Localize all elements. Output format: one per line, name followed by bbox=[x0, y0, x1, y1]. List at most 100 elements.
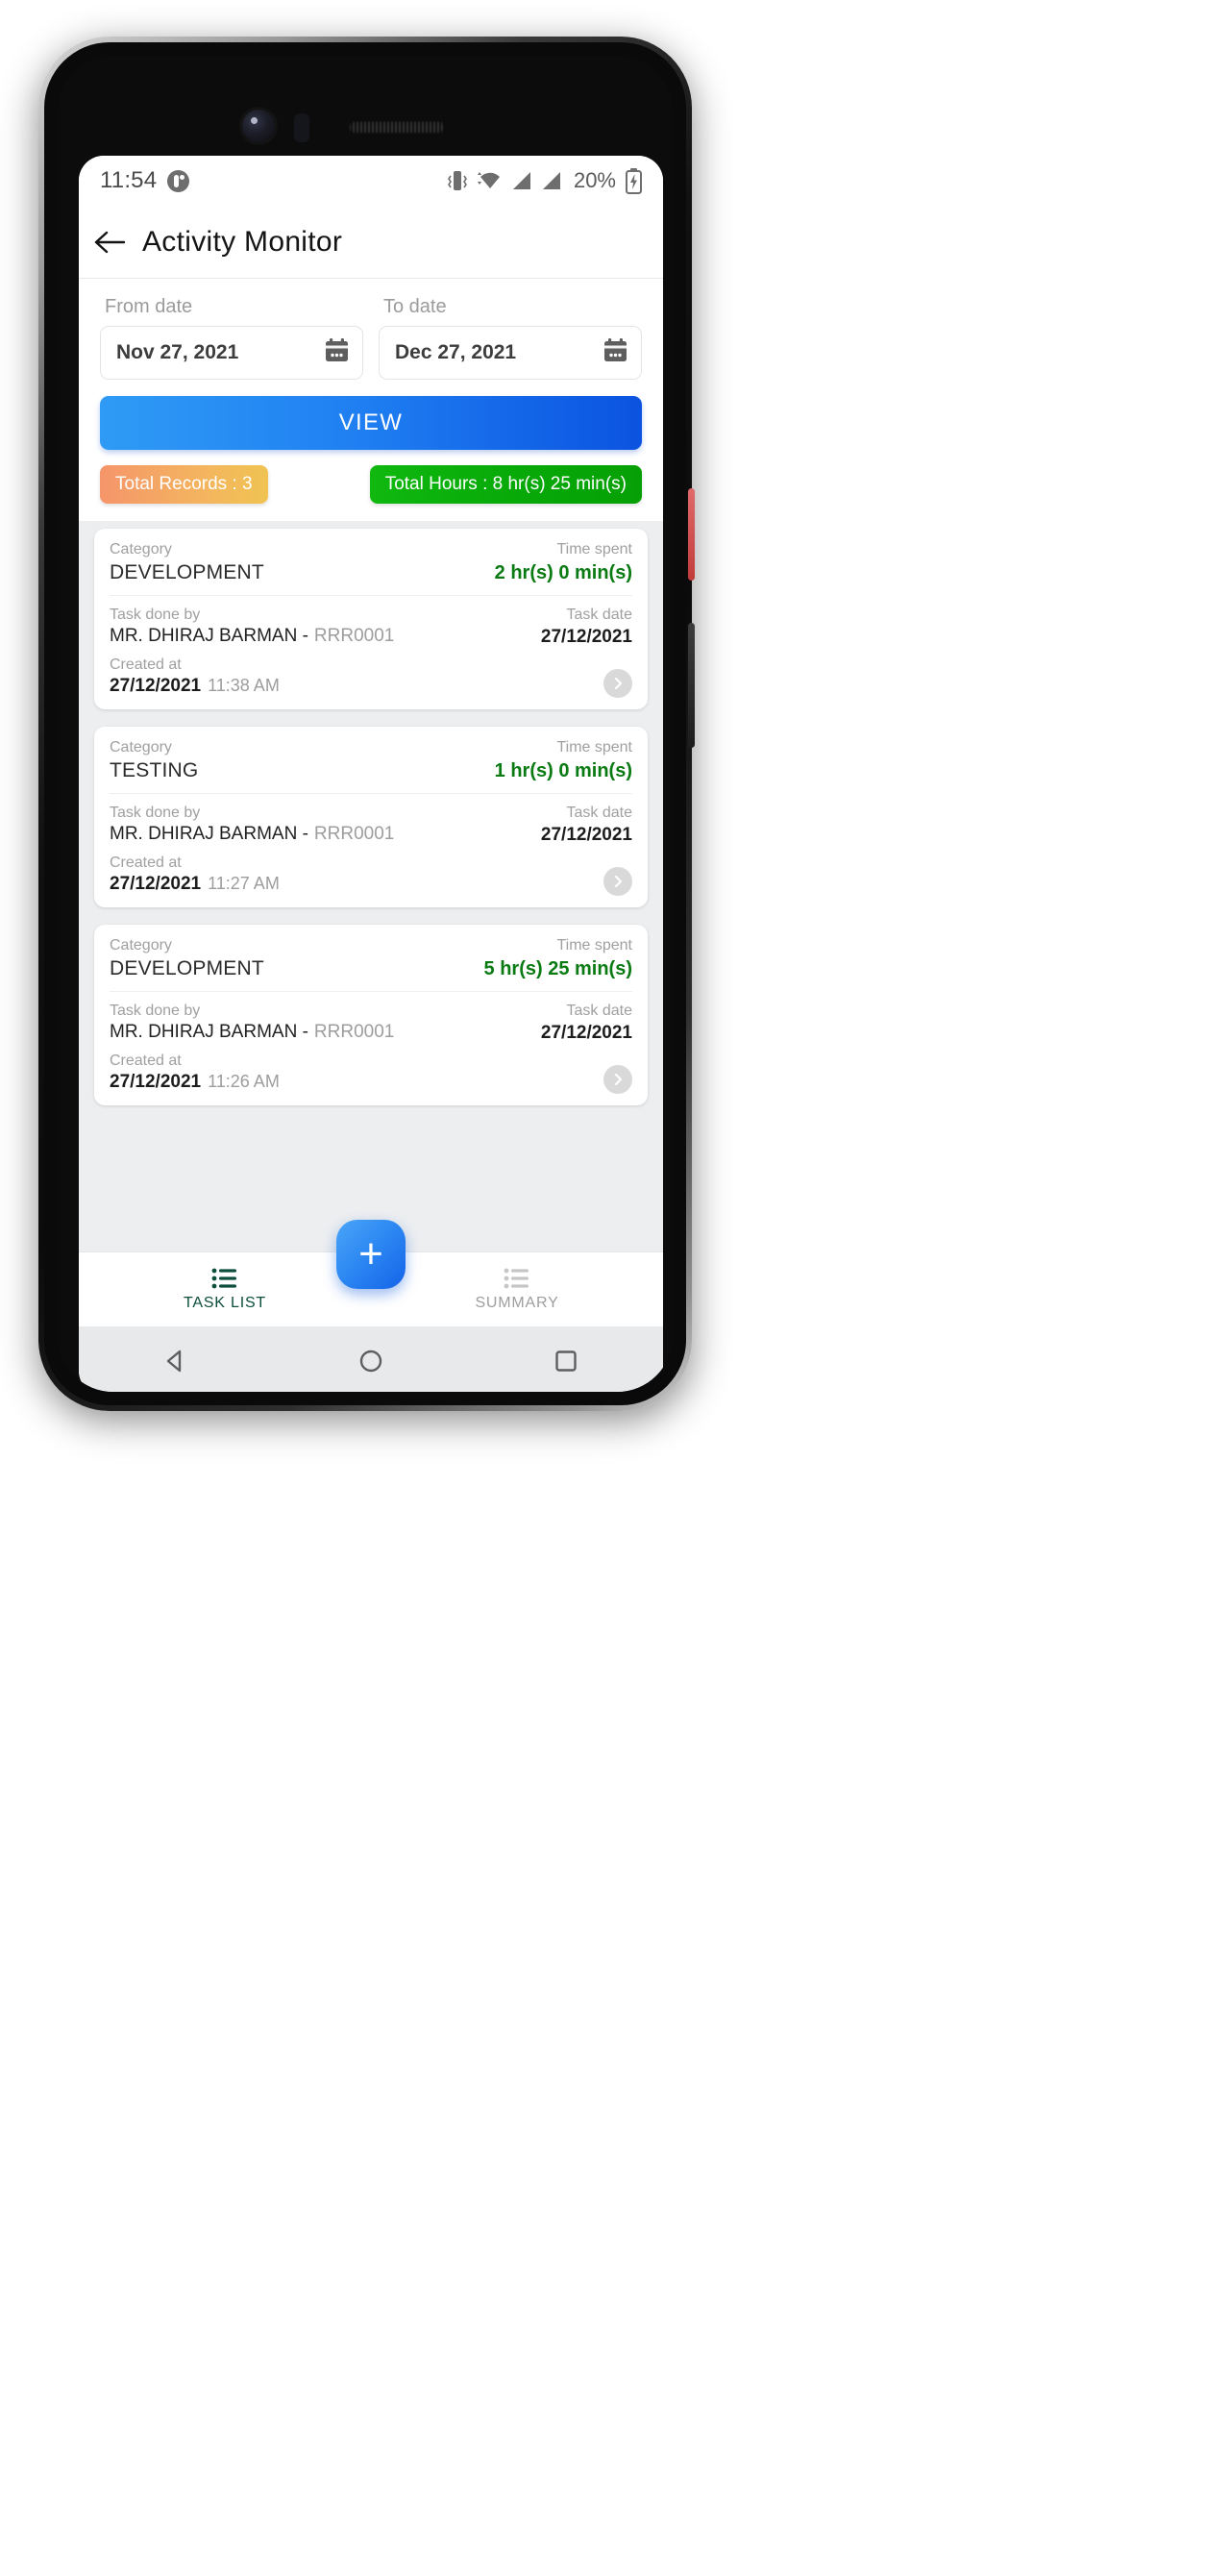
summary-badges-row: Total Records : 3 Total Hours : 8 hr(s) … bbox=[100, 465, 642, 504]
tab-task-list[interactable]: TASK LIST bbox=[79, 1252, 371, 1326]
time-spent-group: Time spent 5 hr(s) 25 min(s) bbox=[484, 937, 632, 980]
status-bar-time: 11:54 bbox=[100, 167, 158, 193]
arrow-left-icon bbox=[94, 231, 126, 253]
created-at-value: 27/12/2021 11:27 AM bbox=[110, 874, 632, 895]
category-group: Category TESTING bbox=[110, 739, 198, 782]
created-at-group: Created at 27/12/2021 11:27 AM bbox=[110, 855, 632, 895]
to-date-input[interactable]: Dec 27, 2021 bbox=[379, 326, 642, 380]
to-date-label: To date bbox=[383, 296, 447, 317]
phone-frame: 11:54 20% Activity Monitor From date Nov… bbox=[38, 37, 695, 1411]
wifi-icon bbox=[477, 172, 500, 188]
employee-id: RRR0001 bbox=[313, 1022, 395, 1042]
category-label: Category bbox=[110, 739, 172, 755]
task-done-by-label: Task done by bbox=[110, 805, 201, 821]
task-card-header: Category DEVELOPMENT Time spent 5 hr(s) … bbox=[110, 925, 632, 992]
from-date-group: From date Nov 27, 2021 bbox=[100, 288, 363, 380]
from-date-input[interactable]: Nov 27, 2021 bbox=[100, 326, 363, 380]
task-date-value: 27/12/2021 bbox=[540, 1023, 632, 1043]
screenshot-root: 11:54 20% Activity Monitor From date Nov… bbox=[0, 0, 1230, 2576]
created-at-group: Created at 27/12/2021 11:26 AM bbox=[110, 1053, 632, 1093]
phone-bezel: 11:54 20% Activity Monitor From date Nov… bbox=[44, 42, 686, 1405]
signal-bar-icon bbox=[512, 172, 530, 189]
chevron-right-icon[interactable] bbox=[603, 669, 632, 698]
created-at-label: Created at bbox=[110, 855, 182, 871]
page-title: Activity Monitor bbox=[142, 225, 343, 258]
task-card[interactable]: Category DEVELOPMENT Time spent 5 hr(s) … bbox=[94, 925, 648, 1105]
calendar-icon[interactable] bbox=[603, 337, 628, 368]
proximity-sensor-icon bbox=[294, 113, 309, 142]
task-person-name: MR. DHIRAJ BARMAN - RRR0001 bbox=[110, 626, 394, 647]
task-date-label: Task date bbox=[566, 1003, 632, 1019]
to-date-value: Dec 27, 2021 bbox=[395, 341, 517, 363]
time-spent-label: Time spent bbox=[556, 541, 632, 557]
created-date-text: 27/12/2021 bbox=[110, 874, 202, 894]
time-spent-group: Time spent 1 hr(s) 0 min(s) bbox=[495, 739, 632, 782]
task-card[interactable]: Category DEVELOPMENT Time spent 2 hr(s) … bbox=[94, 529, 648, 709]
phone-screen: 11:54 20% Activity Monitor From date Nov… bbox=[79, 156, 663, 1392]
app-bar: Activity Monitor bbox=[79, 206, 663, 279]
task-done-by-group: Task done by MR. DHIRAJ BARMAN - RRR0001 bbox=[110, 1003, 394, 1044]
employee-id: RRR0001 bbox=[313, 626, 395, 646]
tab-task-list-label: TASK LIST bbox=[183, 1294, 267, 1311]
task-card-body-row: Task done by MR. DHIRAJ BARMAN - RRR0001 … bbox=[110, 1003, 632, 1044]
view-button[interactable]: VIEW bbox=[100, 396, 642, 450]
task-card-header: Category DEVELOPMENT Time spent 2 hr(s) … bbox=[110, 529, 632, 596]
category-value: DEVELOPMENT bbox=[110, 957, 264, 979]
person-name-text: MR. DHIRAJ BARMAN - bbox=[110, 824, 308, 844]
tab-summary[interactable]: SUMMARY bbox=[371, 1252, 663, 1326]
created-at-label: Created at bbox=[110, 1053, 182, 1069]
back-button[interactable] bbox=[79, 230, 142, 255]
task-card-body: Task done by MR. DHIRAJ BARMAN - RRR0001 … bbox=[110, 794, 632, 907]
add-task-fab[interactable]: + bbox=[336, 1220, 406, 1289]
tab-summary-label: SUMMARY bbox=[475, 1294, 559, 1311]
task-date-label: Task date bbox=[566, 805, 632, 821]
chevron-right-icon[interactable] bbox=[603, 867, 632, 896]
task-date-group: Task date 27/12/2021 bbox=[541, 607, 632, 648]
task-done-by-label: Task done by bbox=[110, 1003, 201, 1019]
category-group: Category DEVELOPMENT bbox=[110, 541, 264, 584]
task-date-group: Task date 27/12/2021 bbox=[541, 1003, 632, 1044]
category-group: Category DEVELOPMENT bbox=[110, 937, 264, 980]
back-triangle-icon[interactable] bbox=[161, 1347, 190, 1375]
home-circle-icon[interactable] bbox=[357, 1347, 385, 1375]
phone-front: 11:54 20% Activity Monitor From date Nov… bbox=[58, 56, 673, 1392]
battery-percent-label: 20% bbox=[573, 168, 616, 192]
total-hours-badge: Total Hours : 8 hr(s) 25 min(s) bbox=[369, 465, 642, 504]
status-bar-icons: 20% bbox=[447, 167, 642, 194]
notification-dot-icon bbox=[167, 169, 190, 192]
employee-id: RRR0001 bbox=[313, 824, 395, 844]
person-name-text: MR. DHIRAJ BARMAN - bbox=[110, 626, 308, 646]
category-value: TESTING bbox=[110, 759, 199, 781]
task-card-body: Task done by MR. DHIRAJ BARMAN - RRR0001 … bbox=[110, 992, 632, 1105]
to-date-group: To date Dec 27, 2021 bbox=[379, 288, 642, 380]
bottom-navigation: TASK LIST SUMMARY + bbox=[79, 1220, 663, 1326]
created-time-text: 11:27 AM bbox=[208, 874, 280, 893]
from-date-label: From date bbox=[105, 296, 193, 317]
earpiece-speaker-icon bbox=[349, 121, 445, 134]
plus-icon: + bbox=[358, 1230, 383, 1277]
task-list[interactable]: Category DEVELOPMENT Time spent 2 hr(s) … bbox=[79, 521, 663, 1251]
task-card[interactable]: Category TESTING Time spent 1 hr(s) 0 mi… bbox=[94, 727, 648, 907]
chevron-right-icon[interactable] bbox=[603, 1065, 632, 1094]
task-person-name: MR. DHIRAJ BARMAN - RRR0001 bbox=[110, 824, 394, 845]
vibrate-icon bbox=[447, 171, 467, 190]
calendar-icon[interactable] bbox=[324, 337, 350, 368]
time-spent-label: Time spent bbox=[556, 937, 632, 954]
person-name-text: MR. DHIRAJ BARMAN - bbox=[110, 1022, 308, 1042]
time-spent-value: 2 hr(s) 0 min(s) bbox=[494, 562, 632, 583]
task-done-by-group: Task done by MR. DHIRAJ BARMAN - RRR0001 bbox=[110, 607, 394, 648]
created-time-text: 11:38 AM bbox=[208, 676, 280, 695]
status-bar: 11:54 20% bbox=[79, 156, 663, 206]
total-records-badge: Total Records : 3 bbox=[100, 465, 268, 504]
volume-button[interactable] bbox=[688, 623, 695, 748]
power-button[interactable] bbox=[688, 488, 695, 581]
recents-square-icon[interactable] bbox=[552, 1347, 580, 1375]
created-date-text: 27/12/2021 bbox=[110, 1072, 202, 1092]
list-icon bbox=[504, 1268, 529, 1288]
category-value: DEVELOPMENT bbox=[110, 561, 264, 583]
battery-charging-icon bbox=[626, 167, 642, 194]
task-card-body-row: Task done by MR. DHIRAJ BARMAN - RRR0001 … bbox=[110, 805, 632, 846]
time-spent-group: Time spent 2 hr(s) 0 min(s) bbox=[495, 541, 632, 584]
time-spent-value: 1 hr(s) 0 min(s) bbox=[494, 760, 632, 781]
date-range-row: From date Nov 27, 2021 To date Dec 27, 2… bbox=[100, 288, 642, 380]
